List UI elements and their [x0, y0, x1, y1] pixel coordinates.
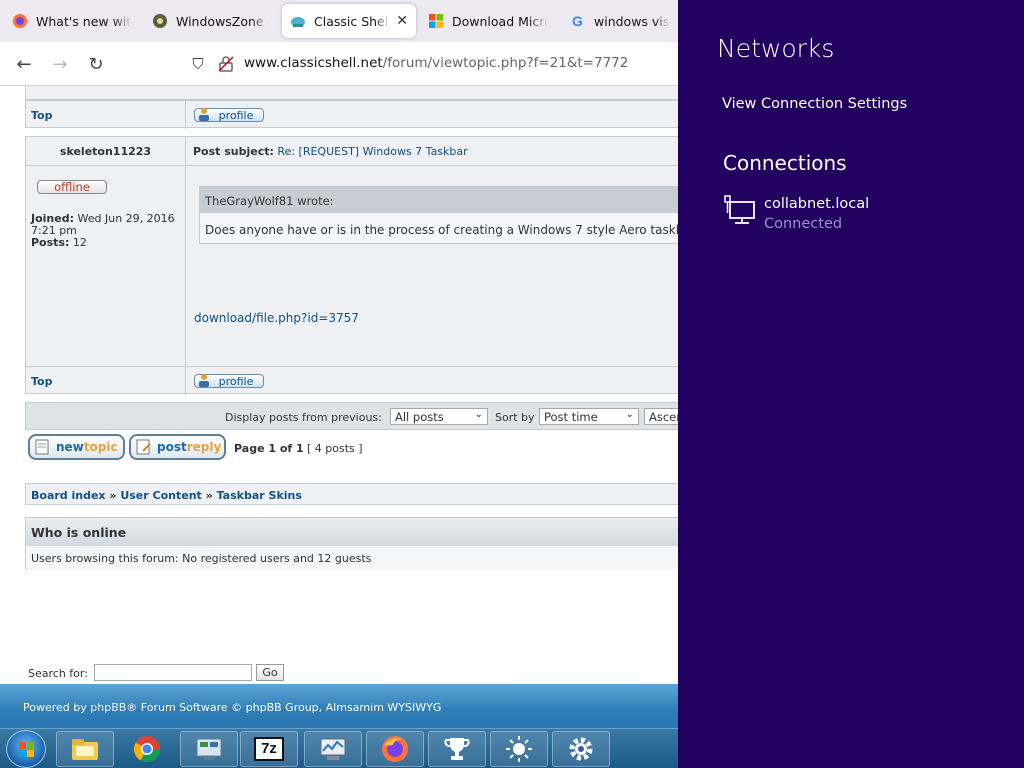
chevron-down-icon: ⌄	[625, 409, 634, 420]
new-topic-button[interactable]: new topic	[28, 434, 125, 460]
tab-classic-shell[interactable]: Classic Shell • Vi ✕	[282, 4, 416, 38]
sort-by-select[interactable]: Post time ⌄	[539, 408, 639, 425]
brightness-icon[interactable]	[490, 731, 548, 767]
connection-name[interactable]: collabnet.local	[764, 196, 869, 212]
close-tab-icon[interactable]: ✕	[396, 13, 408, 29]
phpbb-link[interactable]: phpBB	[90, 701, 126, 714]
7zip-icon[interactable]: 7z	[240, 731, 298, 767]
taskbar: 7z	[0, 728, 678, 768]
forum-page: Top profile skeleton11223 Post subject: …	[0, 86, 678, 684]
tab-bar: What's new with Fi WindowsZone - St Clas…	[0, 0, 678, 42]
previous-post-footer: Top profile	[25, 100, 678, 129]
windowszone-icon	[152, 13, 168, 29]
who-is-online-text: Users browsing this forum: No registered…	[26, 546, 678, 570]
forum-footer: Powered by phpBB® Forum Software © phpBB…	[0, 684, 678, 728]
trophy-icon[interactable]	[428, 731, 486, 767]
firefox-icon	[12, 13, 28, 29]
chevron-down-icon: ⌄	[474, 409, 483, 420]
tab-whats-new[interactable]: What's new with Fi	[4, 4, 140, 38]
profile-button[interactable]: profile	[194, 108, 264, 122]
sort-by-label: Sort by	[495, 411, 535, 424]
post-reply-button[interactable]: post reply	[129, 434, 226, 460]
display-posts-select[interactable]: All posts ⌄	[390, 408, 488, 425]
top-link[interactable]: Top	[31, 375, 52, 388]
user-profile-icon	[197, 107, 211, 121]
reply-icon	[135, 439, 153, 455]
classicshell-icon	[290, 13, 306, 29]
google-icon: G	[570, 13, 586, 29]
url-path: /forum/viewtopic.php?f=21&t=7772	[382, 55, 629, 71]
navigation-bar: ← → ↻ ⛉ www.classicshell.net/forum/viewt…	[0, 42, 678, 86]
settings-icon[interactable]	[552, 731, 610, 767]
url-host: www.classicshell.net	[244, 55, 383, 71]
insecure-lock-icon[interactable]	[214, 52, 238, 76]
author-details: Joined: Wed Jun 29, 2016 7:21 pm Posts: …	[31, 212, 175, 249]
breadcrumb-user-content[interactable]: User Content	[120, 489, 201, 502]
display-posts-label: Display posts from previous:	[225, 411, 382, 424]
networks-title: Networks	[717, 34, 835, 63]
search-label: Search for:	[28, 667, 88, 680]
firefox-icon[interactable]	[366, 731, 424, 767]
control-panel-icon[interactable]	[180, 731, 238, 767]
page-info: Page 1 of 1	[234, 442, 304, 455]
profile-button[interactable]: profile	[194, 374, 264, 388]
user-profile-icon	[197, 373, 211, 387]
quote-text: Does anyone have or is in the process of…	[205, 223, 678, 237]
post-subject-link[interactable]: Re: [REQUEST] Windows 7 Taskbar	[277, 145, 467, 158]
previous-post-tail	[25, 86, 678, 100]
breadcrumb: Board index » User Content » Taskbar Ski…	[25, 483, 678, 505]
search-input[interactable]	[94, 664, 252, 681]
new-topic-icon	[34, 439, 52, 455]
back-arrow-icon[interactable]: ←	[12, 52, 36, 76]
display-options-bar: Display posts from previous: All posts ⌄ …	[25, 402, 678, 430]
breadcrumb-board-index[interactable]: Board index	[31, 489, 106, 502]
breadcrumb-taskbar-skins[interactable]: Taskbar Skins	[217, 489, 302, 502]
quote-block: TheGrayWolf81 wrote: Does anyone have or…	[199, 186, 678, 244]
tab-windowszone[interactable]: WindowsZone - St	[144, 4, 278, 38]
quote-author: TheGrayWolf81 wrote:	[200, 187, 678, 213]
top-link[interactable]: Top	[31, 109, 52, 122]
offline-status-badge: offline	[37, 180, 107, 194]
attachment-link[interactable]: download/file.php?id=3757	[194, 311, 359, 325]
start-button[interactable]	[6, 730, 46, 768]
file-explorer-icon[interactable]	[56, 731, 114, 767]
sort-order-select[interactable]: Ascending	[644, 408, 678, 425]
post-footer: Top profile	[25, 366, 678, 395]
forward-arrow-icon[interactable]: →	[48, 52, 72, 76]
windows-logo-icon	[19, 742, 34, 757]
url-bar[interactable]: www.classicshell.net/forum/viewtopic.php…	[244, 55, 628, 71]
tab-google-search[interactable]: G windows vista wa	[562, 4, 678, 38]
forum-post: skeleton11223 Post subject: Re: [REQUEST…	[25, 136, 678, 395]
reload-icon[interactable]: ↻	[84, 52, 108, 76]
chrome-icon[interactable]	[118, 731, 176, 767]
view-connection-settings-link[interactable]: View Connection Settings	[722, 96, 907, 112]
connection-status: Connected	[764, 216, 843, 232]
networks-flyout: Networks View Connection Settings Connec…	[678, 0, 1024, 768]
svg-text:G: G	[572, 13, 583, 29]
tab-download-microsoft[interactable]: Download Micros	[420, 4, 556, 38]
who-is-online-title: Who is online	[26, 518, 678, 546]
post-subject: Post subject: Re: [REQUEST] Windows 7 Ta…	[193, 145, 468, 158]
connections-heading: Connections	[723, 151, 847, 175]
ethernet-icon	[724, 195, 756, 225]
shield-icon[interactable]: ⛉	[186, 52, 210, 76]
post-author[interactable]: skeleton11223	[26, 145, 185, 158]
go-button[interactable]: Go	[256, 664, 284, 681]
microsoft-icon	[428, 13, 444, 29]
system-monitor-icon[interactable]	[304, 731, 362, 767]
who-is-online: Who is online Users browsing this forum:…	[25, 517, 678, 570]
posts-count: [ 4 posts ]	[307, 442, 363, 455]
